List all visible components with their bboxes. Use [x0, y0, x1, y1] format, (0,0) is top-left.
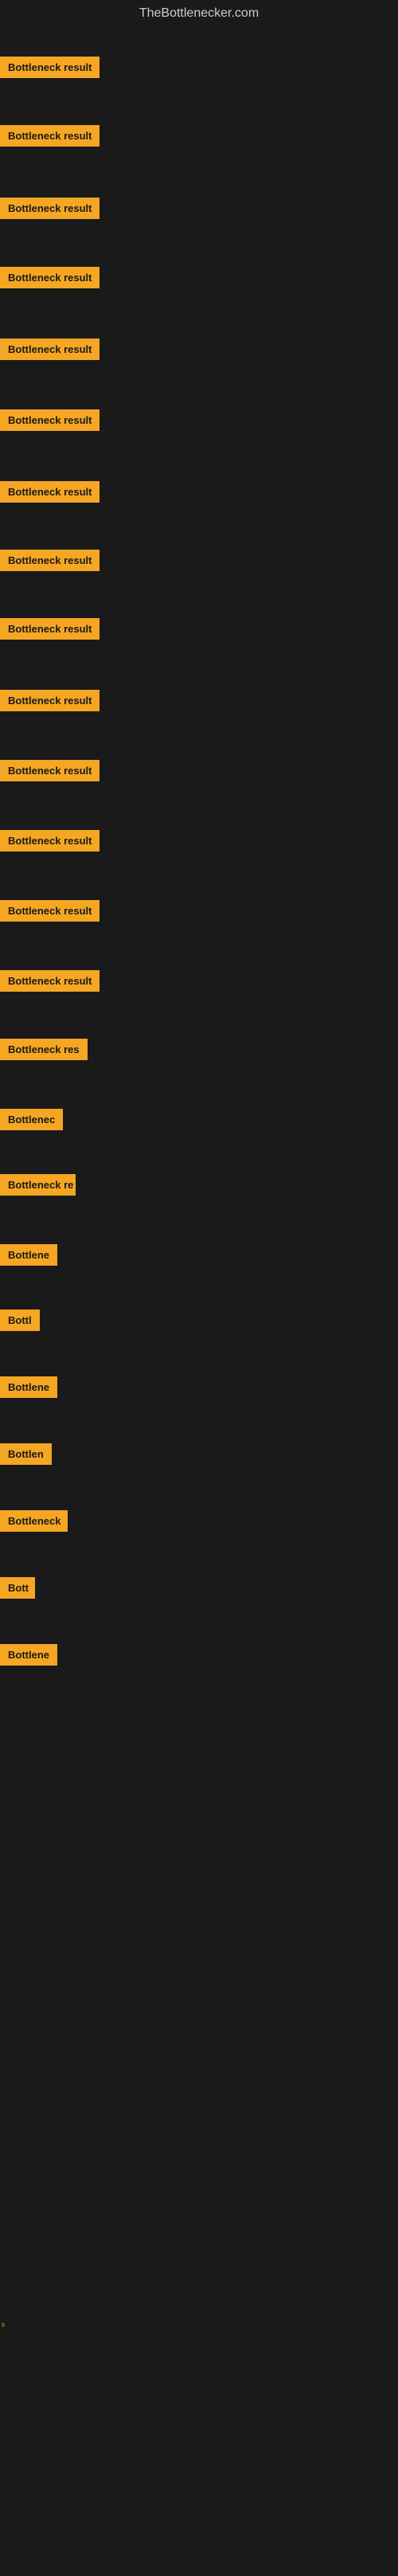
bottleneck-badge-22: Bott [0, 1577, 35, 1599]
bottleneck-item-22: Bott [0, 1569, 35, 1611]
bottleneck-badge-23: Bottlene [0, 1644, 57, 1666]
bottleneck-badge-18: Bottl [0, 1310, 40, 1331]
bottleneck-badge-0: Bottleneck result [0, 57, 100, 78]
bottleneck-badge-2: Bottleneck result [0, 198, 100, 219]
bottleneck-badge-13: Bottleneck result [0, 970, 100, 992]
tiny-label: s [2, 2321, 5, 2328]
bottleneck-item-14: Bottleneck res [0, 1031, 88, 1072]
bottleneck-item-19: Bottlene [0, 1368, 57, 1410]
bottleneck-item-8: Bottleneck result [0, 610, 100, 652]
bottleneck-item-15: Bottlenec [0, 1101, 63, 1142]
bottleneck-item-23: Bottlene [0, 1636, 57, 1678]
bottleneck-badge-10: Bottleneck result [0, 760, 100, 781]
bottleneck-item-10: Bottleneck result [0, 752, 100, 793]
bottleneck-badge-20: Bottlen [0, 1443, 52, 1465]
bottleneck-badge-8: Bottleneck result [0, 618, 100, 640]
bottleneck-item-11: Bottleneck result [0, 822, 100, 863]
bottleneck-item-7: Bottleneck result [0, 542, 100, 583]
bottleneck-item-6: Bottleneck result [0, 473, 100, 515]
bottleneck-item-20: Bottlen [0, 1435, 52, 1477]
site-title: TheBottlenecker.com [0, 0, 398, 27]
bottleneck-badge-19: Bottlene [0, 1376, 57, 1398]
bottleneck-item-12: Bottleneck result [0, 892, 100, 934]
bottleneck-badge-17: Bottlene [0, 1244, 57, 1266]
site-header: TheBottlenecker.com [0, 0, 398, 27]
bottleneck-badge-12: Bottleneck result [0, 900, 100, 922]
bottleneck-item-16: Bottleneck re [0, 1166, 76, 1208]
bottleneck-badge-6: Bottleneck result [0, 481, 100, 503]
bottleneck-badge-21: Bottleneck [0, 1510, 68, 1532]
bottleneck-badge-14: Bottleneck res [0, 1039, 88, 1060]
bottleneck-badge-1: Bottleneck result [0, 125, 100, 147]
bottleneck-badge-15: Bottlenec [0, 1109, 63, 1130]
bottleneck-item-5: Bottleneck result [0, 401, 100, 443]
bottleneck-badge-9: Bottleneck result [0, 690, 100, 711]
bottleneck-item-13: Bottleneck result [0, 962, 100, 1004]
bottleneck-badge-11: Bottleneck result [0, 830, 100, 851]
bottleneck-item-1: Bottleneck result [0, 117, 100, 159]
bottleneck-badge-16: Bottleneck re [0, 1174, 76, 1196]
bottleneck-badge-7: Bottleneck result [0, 550, 100, 571]
bottleneck-item-17: Bottlene [0, 1236, 57, 1278]
bottleneck-item-3: Bottleneck result [0, 259, 100, 300]
bottleneck-item-0: Bottleneck result [0, 49, 100, 90]
bottleneck-item-18: Bottl [0, 1302, 40, 1343]
bottleneck-badge-5: Bottleneck result [0, 409, 100, 431]
bottleneck-item-9: Bottleneck result [0, 682, 100, 723]
bottleneck-badge-4: Bottleneck result [0, 339, 100, 360]
bottleneck-badge-3: Bottleneck result [0, 267, 100, 288]
bottleneck-item-4: Bottleneck result [0, 331, 100, 372]
bottleneck-item-2: Bottleneck result [0, 190, 100, 231]
bottleneck-item-21: Bottleneck [0, 1502, 68, 1544]
